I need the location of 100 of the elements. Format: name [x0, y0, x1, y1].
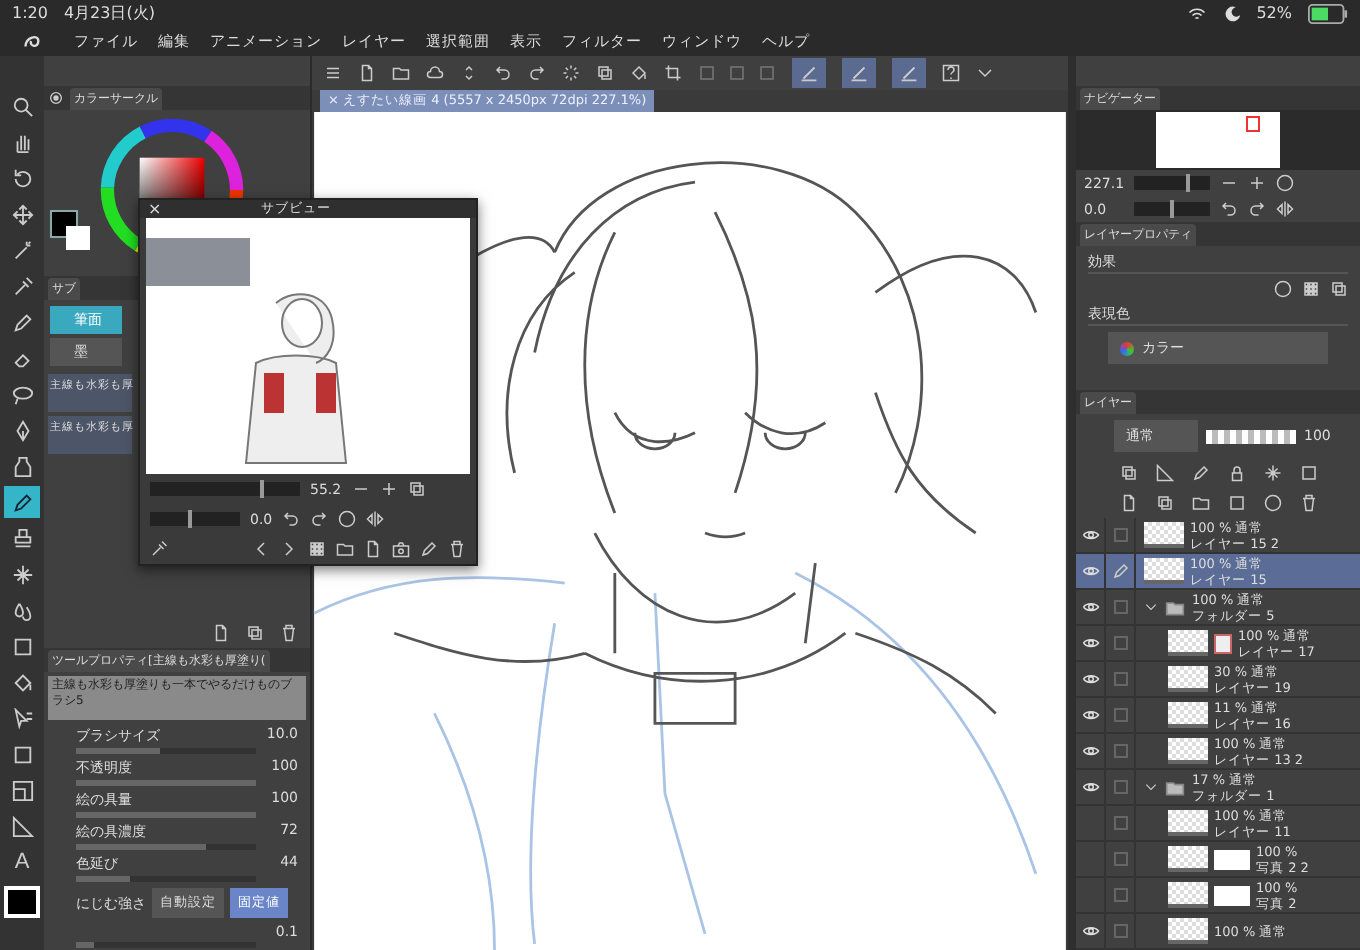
eye-icon[interactable]: [1081, 706, 1099, 724]
eye-icon[interactable]: [1081, 778, 1099, 796]
next-icon[interactable]: [280, 540, 298, 558]
copy-icon[interactable]: [407, 480, 426, 498]
editing-pen-icon: [1111, 562, 1129, 580]
stabilizer-button[interactable]: [842, 58, 876, 88]
rotation-slider[interactable]: [150, 512, 240, 526]
import-icon[interactable]: [364, 540, 382, 558]
app-logo-icon[interactable]: [20, 30, 42, 52]
eye-icon[interactable]: [1081, 562, 1099, 580]
undo-icon[interactable]: [494, 64, 512, 82]
checkbox[interactable]: [1113, 600, 1127, 614]
pen-icon: [11, 311, 33, 333]
camera-icon[interactable]: [392, 540, 410, 558]
clock-time: 1:20: [12, 4, 48, 22]
copy-icon[interactable]: [246, 624, 264, 642]
checkbox[interactable]: [1113, 744, 1127, 758]
delete-layer-icon[interactable]: [1299, 494, 1317, 512]
rotate-left-icon[interactable]: [282, 510, 301, 528]
lock-icon[interactable]: [1227, 464, 1245, 482]
expand-chevron-icon[interactable]: [1144, 600, 1158, 614]
copy-icon[interactable]: [596, 64, 614, 82]
edit-icon[interactable]: [420, 540, 438, 558]
droplets-icon: [11, 599, 33, 621]
property-slider[interactable]: [76, 876, 256, 882]
stepper-icon[interactable]: [460, 64, 478, 82]
flip-icon[interactable]: [366, 510, 385, 528]
eye-icon[interactable]: [1081, 598, 1099, 616]
new-file-icon[interactable]: [212, 624, 230, 642]
zoom-in-icon[interactable]: [379, 480, 398, 498]
clip-icon[interactable]: [1119, 464, 1137, 482]
move-icon: [11, 203, 33, 225]
trash-icon[interactable]: [448, 540, 466, 558]
expand-chevron-icon[interactable]: [1144, 780, 1158, 794]
fit-icon[interactable]: [1276, 174, 1294, 192]
rotate-right-icon[interactable]: [1248, 200, 1266, 218]
rotate-right-icon[interactable]: [310, 510, 329, 528]
zoom-in-icon[interactable]: [1248, 174, 1266, 192]
eye-icon[interactable]: [1081, 742, 1099, 760]
transparency-lock-icon[interactable]: [1263, 464, 1281, 482]
border-effect-icon[interactable]: [1274, 280, 1292, 298]
brush-icon: [11, 491, 33, 513]
eye-icon[interactable]: [1081, 634, 1099, 652]
checkbox[interactable]: [1113, 888, 1127, 902]
rotate-left-icon[interactable]: [1220, 200, 1238, 218]
stabilizer-button[interactable]: [792, 58, 826, 88]
spinner-icon[interactable]: [562, 64, 580, 82]
cloud-icon[interactable]: [426, 64, 444, 82]
merge-icon[interactable]: [1227, 494, 1245, 512]
checkbox[interactable]: [1113, 636, 1127, 650]
layer-color-icon[interactable]: [1330, 280, 1348, 298]
checkbox[interactable]: [1113, 780, 1127, 794]
zoom-slider[interactable]: [150, 482, 300, 496]
grid-icon[interactable]: [308, 540, 326, 558]
property-slider[interactable]: [76, 748, 256, 754]
eye-icon[interactable]: [1081, 526, 1099, 544]
trash-icon[interactable]: [280, 624, 298, 642]
folder-icon[interactable]: [336, 540, 354, 558]
new-file-icon[interactable]: [358, 64, 376, 82]
close-button[interactable]: ×: [148, 200, 162, 218]
layer-mask-icon[interactable]: [1263, 494, 1281, 512]
layer-thumbnail: [1168, 918, 1208, 944]
view-frame[interactable]: [1246, 116, 1260, 132]
eyedropper-icon[interactable]: [150, 540, 168, 558]
mask-icon[interactable]: [1299, 464, 1317, 482]
opacity-slider[interactable]: [1206, 429, 1296, 443]
rotation-slider[interactable]: [1134, 202, 1210, 216]
crop-icon[interactable]: [664, 64, 682, 82]
property-slider[interactable]: [76, 780, 256, 786]
chevron-down-icon[interactable]: [976, 64, 994, 82]
help-icon[interactable]: [942, 64, 960, 82]
color-swatch[interactable]: [50, 210, 94, 254]
checkbox[interactable]: [1113, 708, 1127, 722]
new-vector-layer-icon[interactable]: [1155, 494, 1173, 512]
new-layer-icon[interactable]: [1119, 494, 1137, 512]
checkbox[interactable]: [1113, 528, 1127, 542]
reset-icon[interactable]: [338, 510, 357, 528]
eye-icon[interactable]: [1081, 670, 1099, 688]
checkbox[interactable]: [1113, 816, 1127, 830]
property-slider[interactable]: [76, 844, 256, 850]
tool-button[interactable]: A: [4, 846, 40, 878]
fill-icon[interactable]: [630, 64, 648, 82]
stabilizer-button[interactable]: [892, 58, 926, 88]
folder-icon[interactable]: [392, 64, 410, 82]
reference-icon[interactable]: [1191, 464, 1209, 482]
property-slider[interactable]: [76, 812, 256, 818]
menu-icon[interactable]: [324, 64, 342, 82]
checkbox[interactable]: [1113, 852, 1127, 866]
flip-icon[interactable]: [1276, 200, 1294, 218]
tone-icon[interactable]: [1302, 280, 1320, 298]
color-swatch[interactable]: [4, 886, 40, 918]
checkbox[interactable]: [1113, 924, 1127, 938]
previous-icon[interactable]: [252, 540, 270, 558]
new-folder-icon[interactable]: [1191, 494, 1209, 512]
redo-icon[interactable]: [528, 64, 546, 82]
eye-icon[interactable]: [1081, 922, 1099, 940]
ruler-icon[interactable]: [1155, 464, 1173, 482]
zoom-slider[interactable]: [1134, 176, 1210, 190]
tool-button[interactable]: [4, 486, 40, 518]
checkbox[interactable]: [1113, 672, 1127, 686]
